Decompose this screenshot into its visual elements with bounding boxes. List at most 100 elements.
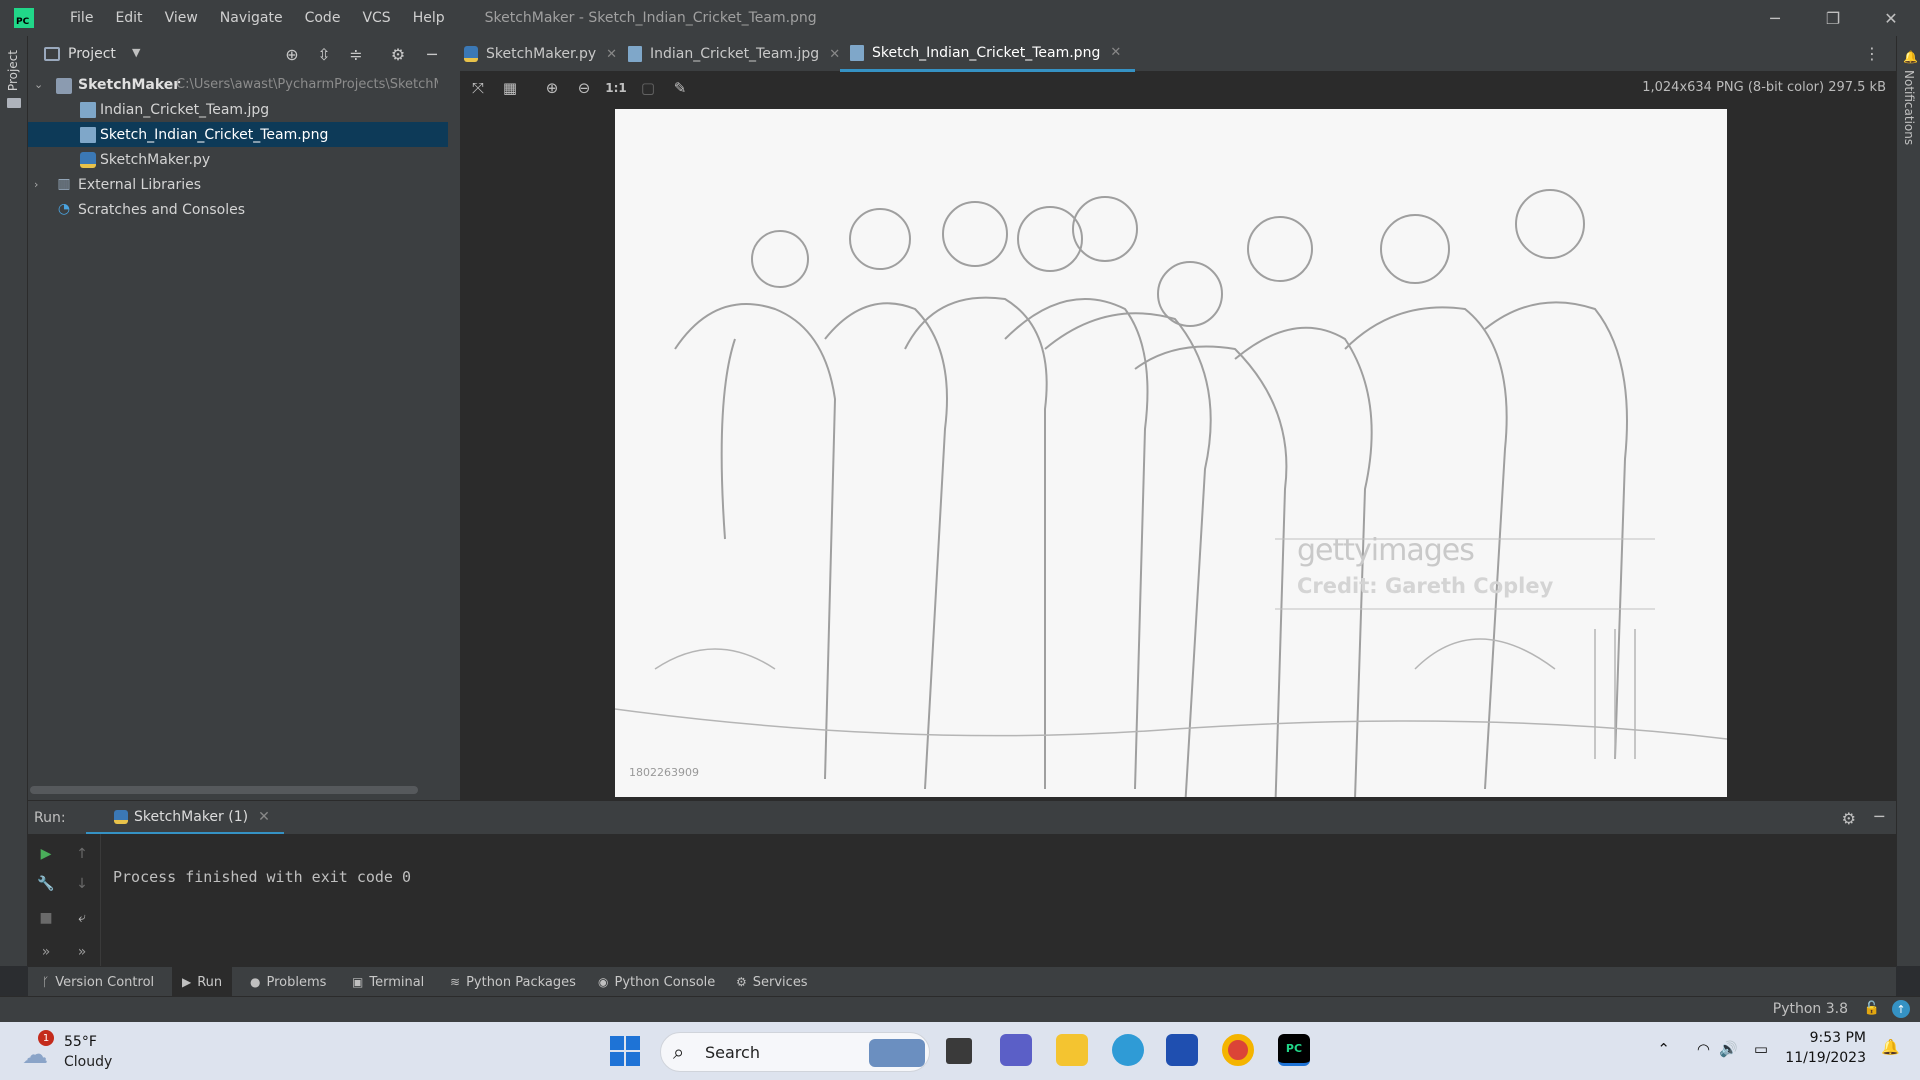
rerun-icon[interactable]: ▶	[36, 844, 56, 864]
soft-wrap-icon[interactable]: ⤶	[72, 908, 92, 928]
weather-widget[interactable]: ☁ 1 55°F Cloudy	[20, 1030, 140, 1074]
update-icon[interactable]: ↑	[1892, 1000, 1910, 1018]
python-console-button[interactable]: ◉ Python Console	[598, 967, 715, 997]
close-icon[interactable]: ✕	[1110, 45, 1121, 60]
arrow-up-icon[interactable]: ↑	[72, 844, 92, 864]
python-file-icon	[80, 152, 96, 168]
chrome-browser-icon[interactable]	[1222, 1034, 1254, 1066]
run-tab-label: SketchMaker (1)	[134, 808, 249, 825]
lock-icon[interactable]: 🔓	[1864, 1001, 1880, 1016]
zoom-in-icon[interactable]: ⊕	[542, 78, 562, 98]
menu-help[interactable]: Help	[413, 10, 445, 26]
project-view-icon	[44, 47, 60, 61]
run-side-toolbar: ▶ ↑ 🔧 ↓ ■ ⤶ » »	[28, 834, 100, 966]
weather-description: Cloudy	[64, 1054, 113, 1070]
terminal-button[interactable]: ▣ Terminal	[352, 967, 424, 997]
tree-item-indian-cricket-team-jpg[interactable]: Indian_Cricket_Team.jpg	[28, 97, 448, 122]
console-output: Process finished with exit code 0	[113, 868, 412, 886]
chevron-down-icon[interactable]: ▼	[132, 46, 140, 59]
wrench-icon[interactable]: 🔧	[36, 874, 56, 894]
clock-date[interactable]: 11/19/2023	[1785, 1050, 1866, 1066]
tab-label: SketchMaker.py	[486, 46, 597, 62]
project-stripe-button[interactable]: Project	[6, 50, 20, 91]
file-explorer-icon[interactable]	[1056, 1034, 1088, 1066]
more-chevrons-icon[interactable]: »	[72, 942, 92, 962]
close-icon[interactable]: ✕	[829, 47, 840, 62]
services-button[interactable]: ⚙ Services	[736, 967, 808, 997]
image-file-icon	[80, 102, 96, 118]
teams-chat-icon[interactable]	[1000, 1034, 1032, 1066]
bell-icon[interactable]: 🔔	[1903, 50, 1918, 64]
taskbar-search[interactable]: ⌕ Search	[660, 1032, 930, 1072]
edge-browser-icon[interactable]	[1112, 1034, 1144, 1066]
collapse-all-icon[interactable]: ≑	[346, 44, 366, 64]
branch-icon: ᚴ	[42, 975, 50, 989]
color-picker-icon[interactable]: ✎	[670, 78, 690, 98]
search-icon: ⌕	[673, 1040, 685, 1064]
tree-item-root[interactable]: ⌄ SketchMaker C:\Users\awast\PycharmProj…	[28, 72, 448, 97]
battery-icon[interactable]: ▭	[1754, 1040, 1768, 1058]
horizontal-scrollbar[interactable]	[30, 786, 418, 794]
menu-file[interactable]: File	[70, 10, 93, 26]
tab-indian-cricket-team-jpg[interactable]: Indian_Cricket_Team.jpg ✕	[628, 36, 840, 72]
microsoft-store-icon[interactable]	[1166, 1034, 1198, 1066]
actual-size-button[interactable]: 1:1	[605, 78, 627, 98]
problems-button[interactable]: ● Problems	[250, 967, 326, 997]
menu-edit[interactable]: Edit	[115, 10, 142, 26]
menu-view[interactable]: View	[165, 10, 198, 26]
hide-panel-icon[interactable]: ─	[422, 44, 442, 64]
restore-button[interactable]: ❐	[1804, 0, 1862, 36]
more-options-icon[interactable]: ⋮	[1864, 44, 1880, 63]
locate-file-icon[interactable]: ⊕	[282, 44, 302, 64]
run-console[interactable]: Process finished with exit code 0	[100, 834, 1896, 966]
close-icon[interactable]: ✕	[606, 47, 617, 62]
gear-icon[interactable]: ⚙	[388, 44, 408, 64]
chevron-right-icon[interactable]: ›	[34, 178, 46, 191]
more-chevrons-icon[interactable]: »	[36, 942, 56, 962]
tree-item-scratches[interactable]: ◔ Scratches and Consoles	[28, 197, 448, 222]
tab-sketchmaker-py[interactable]: SketchMaker.py ✕	[464, 36, 617, 72]
start-menu-icon[interactable]	[610, 1036, 640, 1066]
run-tool-button[interactable]: ▶ Run	[172, 967, 233, 997]
close-icon[interactable]: ✕	[258, 809, 270, 825]
python-interpreter[interactable]: Python 3.8	[1773, 1001, 1848, 1017]
tab-sketch-png[interactable]: Sketch_Indian_Cricket_Team.png ✕	[840, 36, 1136, 72]
hide-panel-icon[interactable]: ─	[1874, 807, 1884, 826]
grid-icon[interactable]: ▦	[500, 78, 520, 98]
chevron-up-icon[interactable]: ⌃	[1657, 1040, 1670, 1058]
notifications-bell-icon[interactable]: 🔔	[1881, 1038, 1900, 1056]
expand-all-icon[interactable]: ⇳	[314, 44, 334, 64]
right-tool-stripe: 🔔 Notifications	[1896, 36, 1920, 966]
tree-item-label: External Libraries	[78, 176, 201, 193]
version-control-button[interactable]: ᚴ Version Control	[42, 967, 154, 997]
title-bar: PC File Edit View Navigate Code VCS Help…	[0, 0, 1920, 36]
tree-item-external-libraries[interactable]: › ▥ External Libraries	[28, 172, 448, 197]
image-info: 1,024x634 PNG (8-bit color) 297.5 kB	[1642, 80, 1886, 95]
arrow-down-icon[interactable]: ↓	[72, 874, 92, 894]
chevron-down-icon[interactable]: ⌄	[34, 78, 46, 91]
project-view-title[interactable]: Project	[68, 46, 116, 62]
menu-vcs[interactable]: VCS	[362, 10, 390, 26]
zoom-out-icon[interactable]: ⊖	[574, 78, 594, 98]
close-window-button[interactable]: ✕	[1862, 0, 1920, 36]
left-tool-stripe: Project	[0, 36, 28, 966]
tree-item-sketch-png[interactable]: Sketch_Indian_Cricket_Team.png	[28, 122, 448, 147]
gear-icon[interactable]: ⚙	[1842, 809, 1856, 828]
run-tab[interactable]: SketchMaker (1) ✕	[86, 801, 284, 835]
clock-time[interactable]: 9:53 PM	[1810, 1030, 1866, 1046]
tree-item-sketchmaker-py[interactable]: SketchMaker.py	[28, 147, 448, 172]
minimize-button[interactable]: ─	[1746, 0, 1804, 36]
image-file-icon	[80, 127, 96, 143]
pycharm-taskbar-icon[interactable]: PC	[1278, 1034, 1310, 1066]
pycharm-logo-icon: PC	[14, 8, 34, 28]
fit-zoom-icon[interactable]: ⤧	[468, 78, 488, 98]
menu-code[interactable]: Code	[305, 10, 341, 26]
task-view-icon[interactable]	[946, 1038, 972, 1064]
notifications-stripe-button[interactable]: Notifications	[1902, 70, 1916, 145]
stop-icon[interactable]: ■	[36, 908, 56, 928]
volume-icon[interactable]: 🔊	[1719, 1040, 1738, 1058]
menu-navigate[interactable]: Navigate	[220, 10, 283, 26]
wifi-icon[interactable]: ◠	[1697, 1040, 1710, 1058]
python-packages-button[interactable]: ≋ Python Packages	[450, 967, 576, 997]
background-icon[interactable]: ▢	[638, 78, 658, 98]
